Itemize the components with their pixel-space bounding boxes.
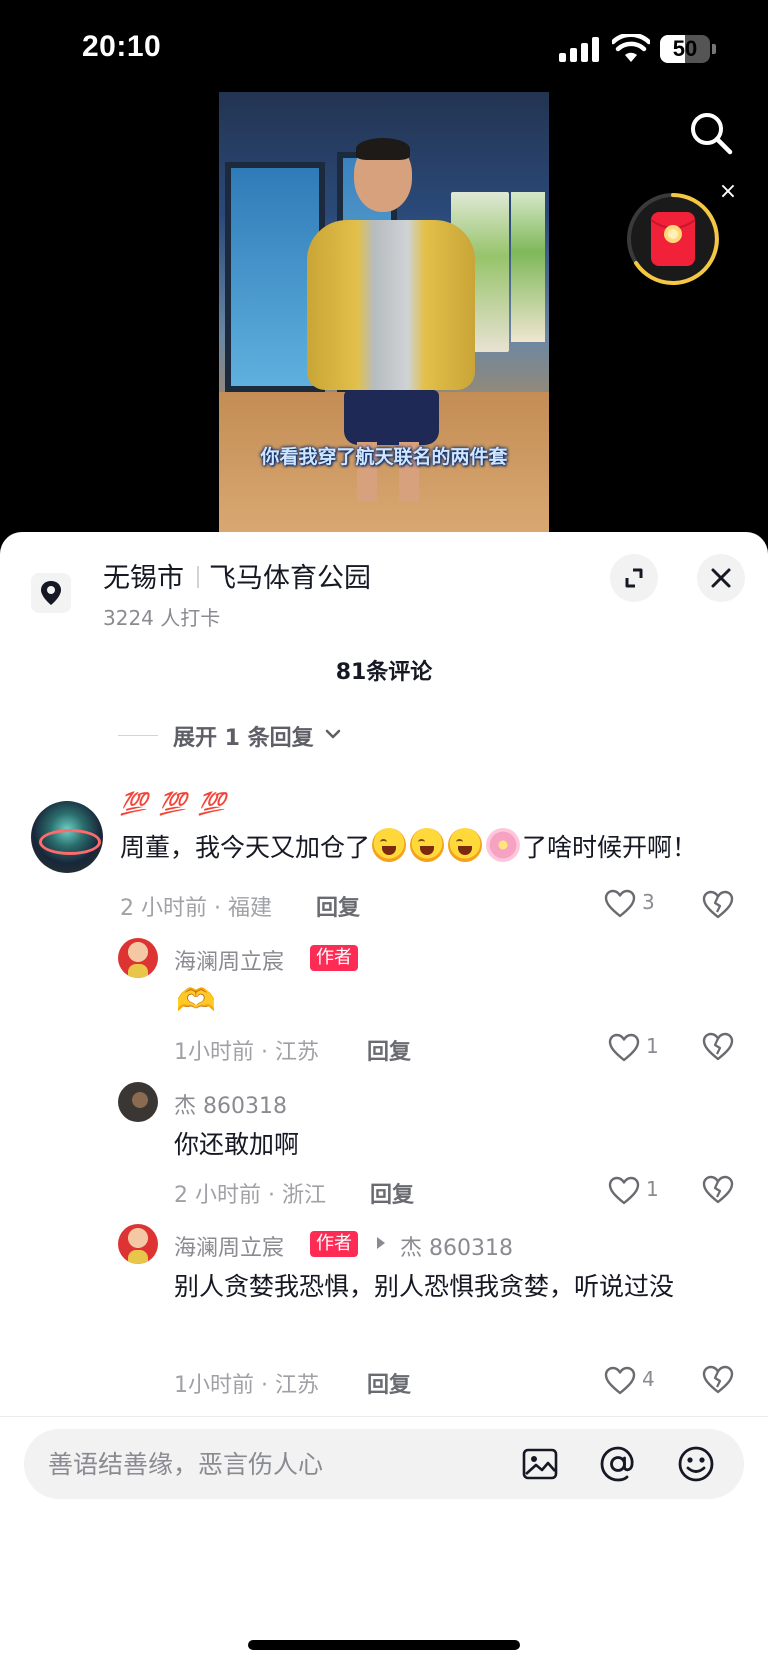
wifi-icon (612, 34, 650, 62)
expand-replies-button[interactable]: 展开 1 条回复 (173, 720, 314, 752)
reply-text: 别人贪婪我恐惧，别人恐惧我贪婪，听说过没 (174, 1272, 675, 1301)
location-city[interactable]: 无锡市 (103, 556, 184, 595)
broken-heart-icon (702, 1032, 734, 1061)
laughing-crying-emoji (448, 828, 483, 862)
heart-icon (604, 1366, 636, 1395)
reply-author[interactable]: 海澜周立宸 (174, 944, 284, 976)
location-checkin-count: 3224 人打卡 (103, 606, 221, 630)
comment-meta: 2 小时前 · 福建 (120, 896, 272, 921)
reply-author[interactable]: 海澜周立宸 (174, 1230, 284, 1262)
reply-button[interactable]: 回复 (367, 1034, 411, 1066)
expand-replies-divider (118, 735, 158, 736)
status-time: 20:10 (82, 30, 162, 63)
image-icon[interactable] (520, 1444, 560, 1484)
red-packet-close-icon[interactable]: × (716, 180, 740, 204)
reply-button[interactable]: 回复 (370, 1177, 414, 1209)
laughing-crying-emoji (372, 828, 407, 862)
red-packet-icon (627, 193, 719, 285)
battery-level: 50 (672, 36, 698, 61)
avatar[interactable] (118, 938, 158, 978)
search-icon[interactable] (688, 110, 734, 156)
home-indicator[interactable] (248, 1640, 520, 1650)
like-count: 4 (642, 1367, 655, 1391)
broken-heart-icon (702, 890, 734, 919)
heart-icon (608, 1033, 640, 1062)
author-badge: 作者 (310, 945, 358, 971)
dislike-button[interactable] (702, 1032, 734, 1064)
heart-icon (608, 1176, 640, 1205)
like-count: 3 (642, 890, 655, 914)
location-place[interactable]: 飞马体育公园 (209, 556, 371, 595)
close-icon (711, 568, 731, 588)
comment-input[interactable] (48, 1429, 488, 1499)
reply-to-arrow-icon (377, 1237, 385, 1249)
status-bar: 20:10 50 (0, 0, 768, 100)
heart-icon (604, 889, 636, 918)
comment-text: 周董，我今天又加仓了 了啥时候开啊！ (120, 824, 732, 872)
red-packet-button[interactable] (624, 190, 722, 288)
like-button[interactable]: 4 (604, 1365, 660, 1397)
comment-sheet: 无锡市 飞马体育公园 3224 人打卡 81条评论 展开 1 条回复 💯 💯 💯… (0, 532, 768, 1663)
broken-heart-icon (702, 1175, 734, 1204)
close-button[interactable] (697, 554, 745, 602)
author-badge: 作者 (310, 1231, 358, 1257)
reply-meta: 1小时前 · 江苏 (174, 1040, 319, 1065)
battery-icon: 50 (660, 35, 716, 63)
like-count: 1 (646, 1177, 659, 1201)
like-count: 1 (646, 1034, 659, 1058)
dislike-button[interactable] (702, 1175, 734, 1207)
dislike-button[interactable] (702, 1365, 734, 1397)
heart-hands-emoji: 🫶 (176, 981, 216, 1019)
broken-heart-icon (702, 1365, 734, 1394)
location-pin-icon (31, 573, 71, 613)
comment-input-bar (0, 1416, 768, 1663)
comment-input-box[interactable] (24, 1429, 744, 1499)
like-button[interactable]: 1 (608, 1175, 664, 1207)
like-button[interactable]: 1 (608, 1032, 664, 1064)
comment-count: 81条评论 (335, 660, 433, 685)
flower-emoji (486, 828, 521, 862)
comment-emoji-line: 💯 💯 💯 (120, 792, 228, 817)
location-separator (197, 566, 199, 588)
like-button[interactable]: 3 (604, 888, 660, 920)
avatar[interactable] (118, 1082, 158, 1122)
reply-meta: 2 小时前 · 浙江 (174, 1183, 326, 1208)
laughing-crying-emoji (410, 828, 445, 862)
chevron-down-icon (325, 729, 341, 739)
at-icon[interactable] (598, 1444, 638, 1484)
avatar[interactable] (118, 1224, 158, 1264)
expand-icon (625, 568, 643, 588)
video-player[interactable]: 你看我穿了航天联名的两件套 (219, 92, 549, 534)
reply-text: 你还敢加啊 (174, 1130, 300, 1159)
reply-author[interactable]: 杰 860318 (174, 1088, 287, 1120)
emoji-icon[interactable] (676, 1444, 716, 1484)
cellular-signal-icon (559, 36, 601, 62)
reply-meta: 1小时前 · 江苏 (174, 1373, 319, 1398)
video-subtitle: 你看我穿了航天联名的两件套 (260, 446, 508, 468)
dislike-button[interactable] (702, 890, 734, 922)
avatar[interactable] (31, 801, 103, 873)
reply-button[interactable]: 回复 (316, 890, 360, 922)
reply-target[interactable]: 杰 860318 (400, 1230, 513, 1262)
expand-button[interactable] (610, 554, 658, 602)
reply-button[interactable]: 回复 (367, 1367, 411, 1399)
